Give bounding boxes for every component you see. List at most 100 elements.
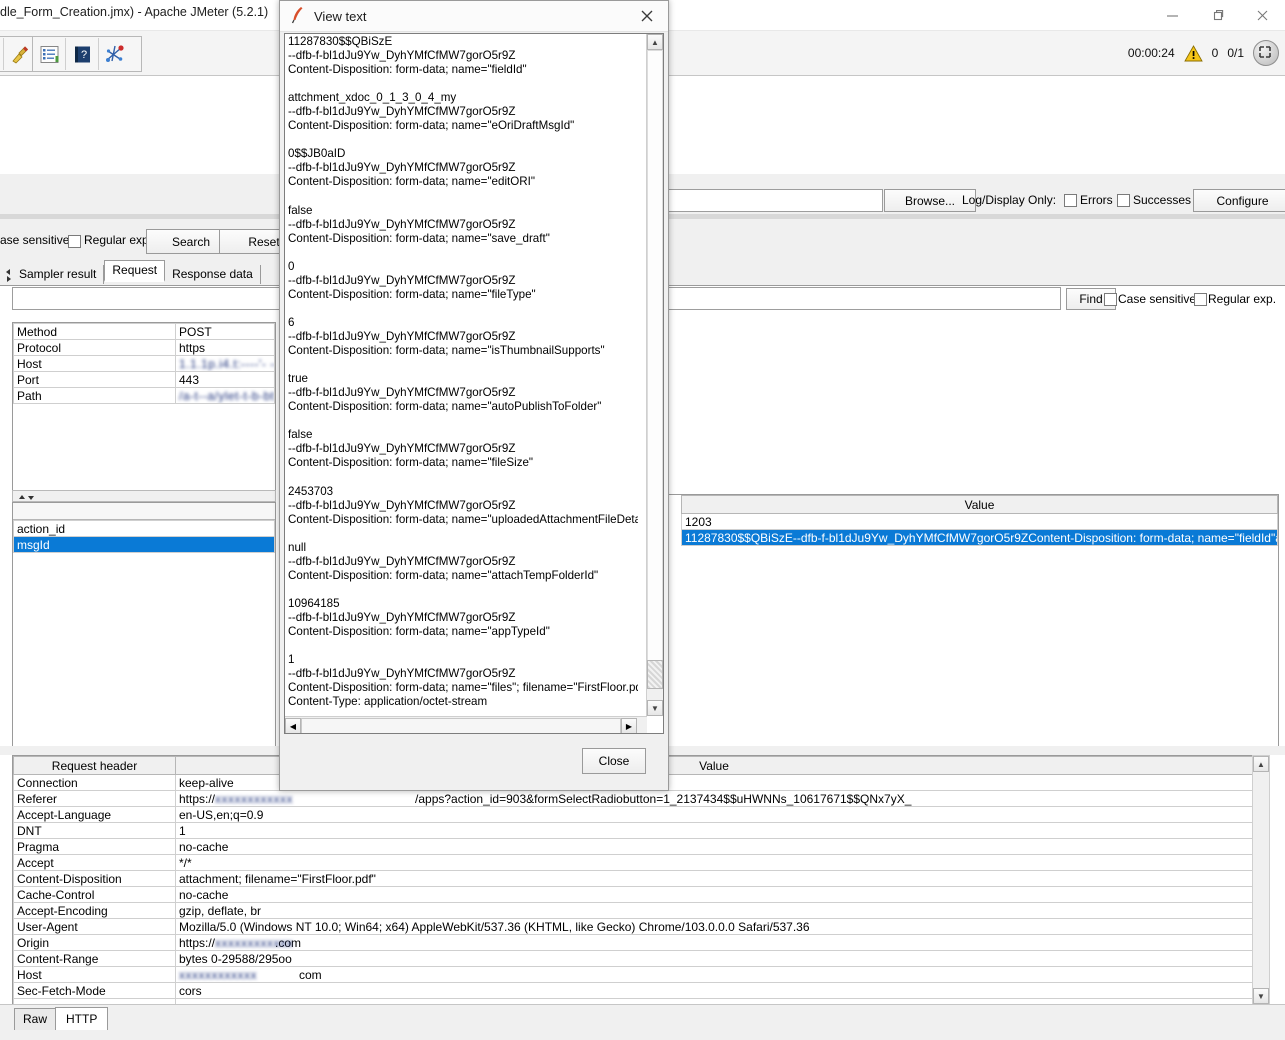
dialog-text-area[interactable]: 11287830$$QBiSzE --dfb-f-bl1dJu9Yw_DyhYM… bbox=[284, 33, 664, 734]
find-regular-exp-checkbox[interactable] bbox=[1194, 293, 1207, 306]
table-row-empty bbox=[681, 606, 1278, 621]
params-value-table: Value 1203 11287830$$QBiSzE--dfb-f-bl1dJu… bbox=[681, 495, 1278, 726]
jmeter-feather-icon bbox=[290, 6, 305, 27]
table-row-empty bbox=[13, 583, 275, 598]
configure-button[interactable]: Configure bbox=[1193, 189, 1285, 212]
table-row-empty bbox=[13, 718, 275, 733]
request-attr-value: POST bbox=[175, 323, 275, 340]
table-row[interactable]: Accept-Language en-US,en;q=0.9 bbox=[13, 806, 1253, 823]
list-item[interactable]: msgId bbox=[13, 536, 275, 553]
header-value: bytes 0-29588/295oo bbox=[175, 950, 1253, 967]
table-row-empty bbox=[681, 711, 1278, 726]
table-row-empty bbox=[13, 598, 275, 613]
dialog-scroll-down-arrow[interactable]: ▼ bbox=[647, 700, 663, 716]
request-header-table: Request header Value Connection keep-aliv… bbox=[13, 756, 1253, 1004]
table-row[interactable]: Content-Disposition attachment; filename=… bbox=[13, 870, 1253, 887]
tab-http[interactable]: HTTP bbox=[55, 1007, 109, 1031]
table-row-empty bbox=[13, 673, 275, 688]
request-header-panel: Request header Value Connection keep-aliv… bbox=[12, 755, 1254, 1005]
dialog-vertical-scrollbar[interactable]: ▲ ▼ bbox=[646, 34, 663, 716]
param-value: 11287830$$QBiSzE--dfb-f-bl1dJu9Yw_DyhYMf… bbox=[681, 529, 1278, 546]
table-row[interactable]: Port 443 bbox=[13, 371, 275, 388]
table-row[interactable]: Referer https://xxxxxxxxxxxx/apps?action_… bbox=[13, 790, 1253, 807]
header-name: Accept bbox=[13, 854, 176, 871]
tab-request[interactable]: Request bbox=[104, 260, 166, 282]
find-regular-exp-label: Regular exp. bbox=[1208, 292, 1277, 306]
header-value: https://xxxxxxxxxxxx/apps?action_id=903&… bbox=[175, 790, 1253, 807]
header-name-column[interactable]: Request header bbox=[13, 756, 176, 775]
dialog-scroll-right-arrow[interactable]: ▶ bbox=[621, 718, 637, 733]
dialog-close-button[interactable]: Close bbox=[582, 748, 646, 774]
table-row[interactable]: Protocol https bbox=[13, 339, 275, 356]
tab-sampler-result[interactable]: Sampler result bbox=[12, 265, 105, 284]
table-row[interactable]: User-Agent Mozilla/5.0 (Windows NT 10.0; … bbox=[13, 918, 1253, 935]
window-controls bbox=[1150, 0, 1285, 30]
restore-icon[interactable] bbox=[1195, 0, 1240, 30]
log-list-icon[interactable] bbox=[33, 38, 66, 70]
header-name: Pragma bbox=[13, 838, 176, 855]
table-row[interactable]: Method POST bbox=[13, 323, 275, 340]
list-item[interactable]: action_id bbox=[13, 520, 275, 537]
table-row[interactable]: Origin https://xxxxxxxxxxxx.com bbox=[13, 934, 1253, 951]
table-row-empty bbox=[681, 591, 1278, 606]
dialog-hscroll-thumb[interactable] bbox=[301, 718, 621, 733]
table-row[interactable]: Sec-Fetch-Mode cors bbox=[13, 982, 1253, 999]
list-item[interactable]: 1203 bbox=[681, 513, 1278, 530]
help-book-icon[interactable]: ? bbox=[66, 38, 99, 70]
table-row-empty bbox=[13, 419, 275, 434]
dialog-close-icon[interactable] bbox=[632, 3, 662, 29]
header-value: xxxxxxxxxxxx com bbox=[175, 966, 1253, 983]
tab-raw[interactable]: Raw bbox=[14, 1008, 57, 1031]
table-row[interactable]: Cache-Control no-cache bbox=[13, 886, 1253, 903]
header-name: Accept-Language bbox=[13, 806, 176, 823]
tab-response-data[interactable]: Response data bbox=[165, 265, 261, 284]
successes-label: Successes bbox=[1133, 193, 1192, 207]
params-name-table: action_id msgId bbox=[13, 520, 275, 733]
request-attr-name: Method bbox=[13, 323, 176, 340]
table-row-empty bbox=[681, 636, 1278, 651]
table-row[interactable]: Accept */* bbox=[13, 854, 1253, 871]
find-case-sensitive-checkbox[interactable] bbox=[1104, 293, 1117, 306]
table-row[interactable]: DNT 1 bbox=[13, 822, 1253, 839]
view-text-dialog: View text 11287830$$QBiSzE --dfb-f-bl1dJ… bbox=[279, 0, 669, 791]
dialog-scroll-up-arrow[interactable]: ▲ bbox=[647, 34, 663, 50]
list-item[interactable]: 11287830$$QBiSzE--dfb-f-bl1dJu9Yw_DyhYMf… bbox=[681, 529, 1278, 546]
search-regular-exp-checkbox[interactable] bbox=[68, 235, 81, 248]
request-attr-name: Port bbox=[13, 371, 176, 388]
table-row[interactable]: Pragma no-cache bbox=[13, 838, 1253, 855]
function-helper-icon[interactable] bbox=[99, 38, 131, 70]
table-row[interactable]: Host xxxxxxxxxxxx com bbox=[13, 966, 1253, 983]
toolbar-status: 00:00:24 0 0/1 bbox=[1128, 31, 1279, 75]
table-row-empty bbox=[13, 628, 275, 643]
header-name: User-Agent bbox=[13, 918, 176, 935]
dialog-scroll-track[interactable] bbox=[647, 50, 663, 662]
close-icon[interactable] bbox=[1240, 0, 1285, 30]
warning-triangle-icon[interactable] bbox=[1183, 44, 1203, 62]
filename-input[interactable] bbox=[668, 189, 883, 212]
header-name: Content-Range bbox=[13, 950, 176, 967]
errors-checkbox[interactable] bbox=[1064, 194, 1077, 207]
scroll-up-arrow[interactable]: ▲ bbox=[1253, 756, 1269, 772]
table-row-empty bbox=[681, 576, 1278, 591]
table-row[interactable]: Content-Range bytes 0-29588/295oo bbox=[13, 950, 1253, 967]
header-value: en-US,en;q=0.9 bbox=[175, 806, 1253, 823]
scroll-down-arrow[interactable]: ▼ bbox=[1253, 988, 1269, 1004]
minimize-icon[interactable] bbox=[1150, 0, 1195, 30]
header-name: Referer bbox=[13, 790, 176, 807]
result-tabs: Sampler result Request Response data bbox=[12, 260, 261, 284]
splitter-handle[interactable] bbox=[12, 490, 276, 502]
table-row[interactable]: Accept-Encoding gzip, deflate, br bbox=[13, 902, 1253, 919]
table-row[interactable]: Host1.1.1p.i4.t:----'- --it- --m bbox=[13, 355, 275, 372]
table-row[interactable]: Path/a-t--a/ylet-t-b-bt bbox=[13, 387, 275, 404]
dialog-scroll-thumb[interactable] bbox=[647, 660, 663, 689]
header-table-scrollbar[interactable]: ▲ ▼ bbox=[1252, 755, 1270, 1005]
param-name: msgId bbox=[13, 536, 275, 553]
dialog-scroll-left-arrow[interactable]: ◀ bbox=[285, 718, 301, 733]
table-row-empty bbox=[681, 681, 1278, 696]
errors-label: Errors bbox=[1080, 193, 1113, 207]
dialog-horizontal-scrollbar[interactable]: ◀ ▶ bbox=[285, 716, 647, 733]
table-row-empty bbox=[13, 613, 275, 628]
expand-circle-icon[interactable] bbox=[1253, 40, 1279, 66]
successes-checkbox[interactable] bbox=[1117, 194, 1130, 207]
case-sensitive-label: ase sensitive bbox=[0, 233, 70, 247]
